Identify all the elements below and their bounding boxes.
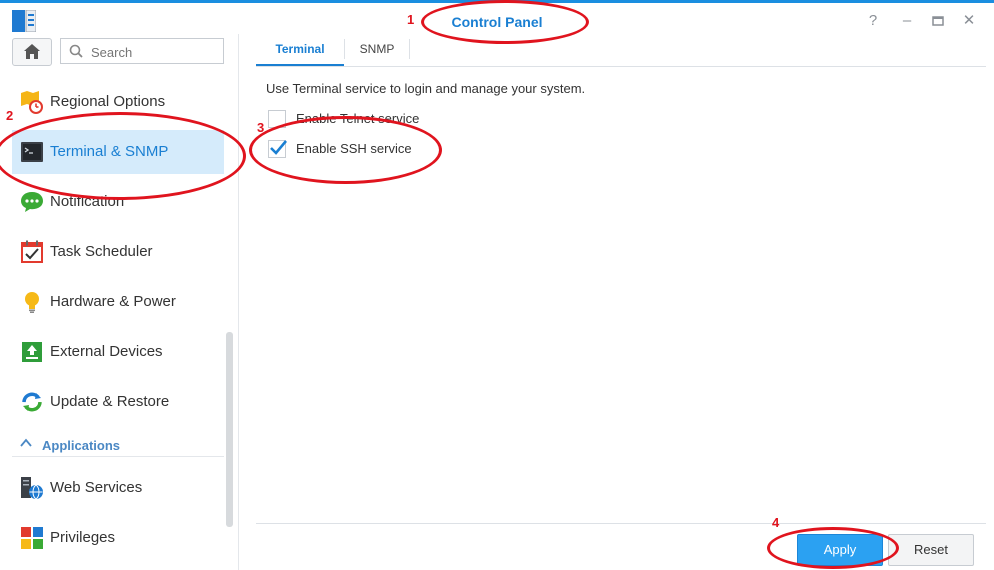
update-restore-icon xyxy=(22,392,42,412)
annotation-number-4: 4 xyxy=(772,515,780,530)
close-icon[interactable]: ✕ xyxy=(960,12,978,30)
external-devices-icon xyxy=(22,342,42,362)
checkmark-icon xyxy=(270,140,287,155)
search-input[interactable] xyxy=(89,42,221,62)
tab-snmp[interactable]: SNMP xyxy=(345,34,409,64)
sidebar-item-update-restore[interactable]: Update & Restore xyxy=(12,380,224,424)
apply-button[interactable]: Apply xyxy=(797,534,883,566)
reset-button[interactable]: Reset xyxy=(888,534,974,566)
title-bar: Control Panel ? – ✕ xyxy=(0,0,994,34)
task-scheduler-icon xyxy=(21,240,43,263)
home-button[interactable] xyxy=(12,38,52,66)
minimize-icon[interactable]: – xyxy=(898,12,916,30)
sidebar-item-task-scheduler[interactable]: Task Scheduler xyxy=(12,230,224,274)
ssh-option[interactable]: Enable SSH service xyxy=(266,138,466,160)
search-box[interactable] xyxy=(60,38,224,64)
sidebar-item-label: Web Services xyxy=(50,479,143,496)
telnet-option[interactable]: Enable Telnet service xyxy=(266,108,466,130)
web-services-icon xyxy=(21,477,43,500)
help-icon[interactable]: ? xyxy=(864,12,882,30)
annotation-number-3: 3 xyxy=(257,120,265,135)
window-title: Control Panel xyxy=(451,14,543,30)
section-header-applications[interactable]: Applications xyxy=(12,436,224,457)
hardware-power-icon xyxy=(25,292,39,313)
sidebar-item-label: Regional Options xyxy=(50,93,166,110)
annotation-number-1: 1 xyxy=(407,12,415,27)
sidebar-item-label: Terminal & SNMP xyxy=(50,143,169,160)
sidebar-item-label: Hardware & Power xyxy=(50,293,176,310)
sidebar-item-web-services[interactable]: Web Services xyxy=(12,466,224,510)
telnet-label: Enable Telnet service xyxy=(296,111,420,126)
sidebar-item-label: Update & Restore xyxy=(50,393,170,410)
sidebar-item-hardware-power[interactable]: Hardware & Power xyxy=(12,280,224,324)
sidebar-item-external-devices[interactable]: External Devices xyxy=(12,330,224,374)
sidebar: Regional Options Terminal & SNMP Notific… xyxy=(0,34,239,570)
sidebar-item-label: Task Scheduler xyxy=(50,243,153,260)
telnet-checkbox[interactable] xyxy=(268,110,286,128)
section-label: Applications xyxy=(42,438,121,453)
sidebar-item-label: Notification xyxy=(50,193,125,210)
terminal-icon xyxy=(21,142,43,162)
sidebar-item-label: Privileges xyxy=(50,529,116,546)
sidebar-item-label: External Devices xyxy=(50,343,163,360)
ssh-label: Enable SSH service xyxy=(296,141,412,156)
sidebar-item-regional-options[interactable]: Regional Options xyxy=(12,80,224,124)
maximize-icon[interactable] xyxy=(929,12,947,30)
footer-divider xyxy=(256,523,986,524)
sidebar-item-terminal-snmp[interactable]: Terminal & SNMP xyxy=(12,130,224,174)
home-icon xyxy=(24,44,40,59)
ssh-checkbox[interactable] xyxy=(268,140,287,158)
chevron-up-icon xyxy=(20,438,32,447)
tab-separator xyxy=(409,39,410,59)
tab-bar: Terminal SNMP xyxy=(256,34,986,67)
sidebar-item-privileges[interactable]: Privileges xyxy=(12,516,224,560)
terminal-description: Use Terminal service to login and manage… xyxy=(266,81,586,96)
tab-terminal[interactable]: Terminal xyxy=(256,34,344,66)
annotation-number-2: 2 xyxy=(6,108,14,123)
search-icon xyxy=(69,44,83,58)
regional-options-icon xyxy=(21,91,43,114)
sidebar-scrollbar[interactable] xyxy=(226,332,233,527)
privileges-icon xyxy=(21,527,43,549)
notification-icon xyxy=(21,192,43,212)
sidebar-item-notification[interactable]: Notification xyxy=(12,180,224,224)
